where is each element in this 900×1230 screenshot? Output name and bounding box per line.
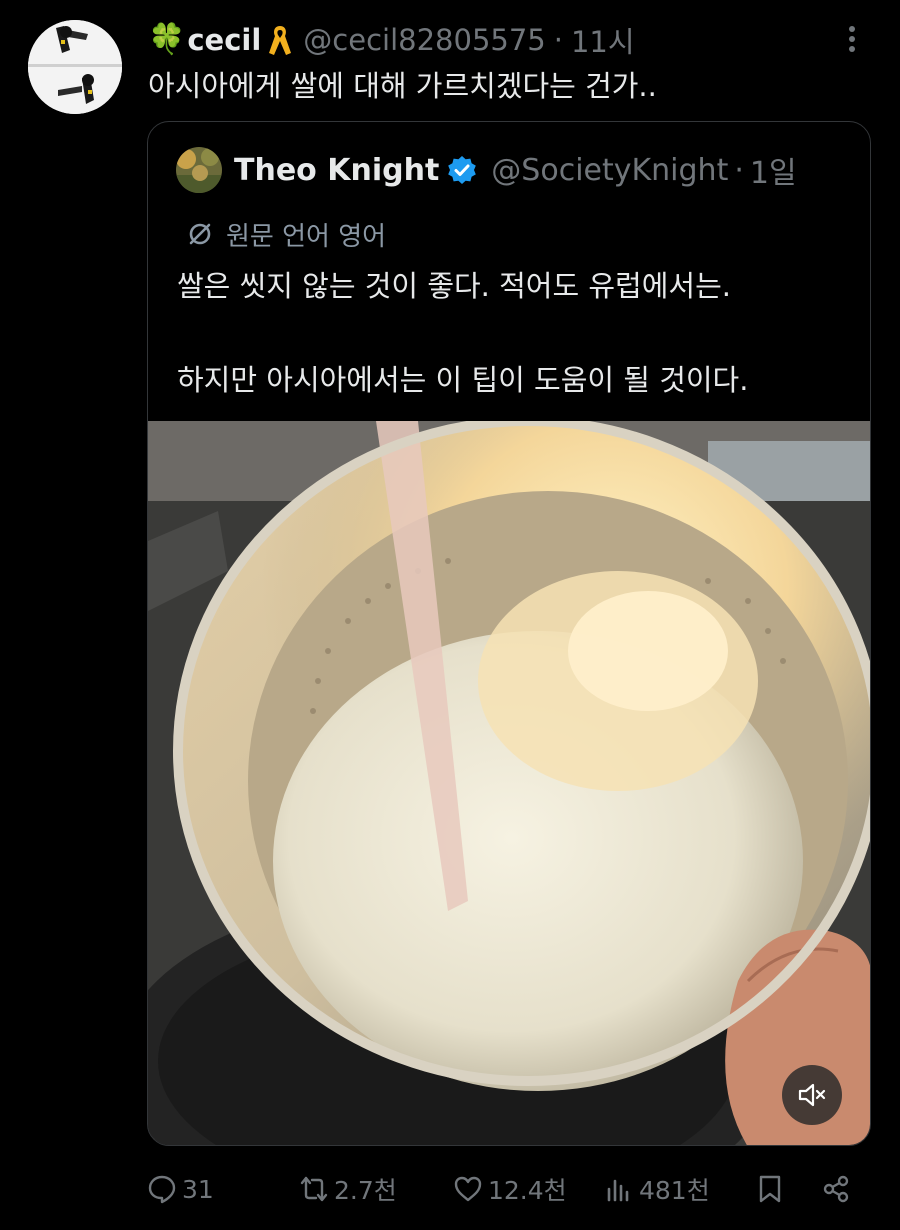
share-icon bbox=[823, 1175, 849, 1203]
quoted-tweet-header: Theo Knight @SocietyKnight · 1일 bbox=[176, 146, 797, 194]
views-icon bbox=[607, 1179, 629, 1202]
quoted-user-avatar[interactable] bbox=[176, 147, 222, 193]
bookmark-button[interactable] bbox=[754, 1166, 790, 1212]
bookmark-icon bbox=[759, 1175, 781, 1203]
user-avatar[interactable] bbox=[28, 20, 122, 114]
retweet-icon bbox=[300, 1176, 328, 1202]
quoted-tweet-text-line1: 쌀은 씻지 않는 것이 좋다. 적어도 유럽에서는. bbox=[177, 269, 731, 303]
retweet-button[interactable]: 2.7천 bbox=[298, 1166, 397, 1212]
views-count: 481천 bbox=[639, 1176, 710, 1205]
verified-badge-icon bbox=[447, 155, 477, 185]
reply-icon bbox=[148, 1175, 176, 1204]
translate-icon bbox=[189, 223, 211, 245]
quoted-user-handle[interactable]: @SocietyKnight bbox=[491, 153, 728, 188]
quoted-tweet-text-line2: 하지만 아시아에서는 이 팁이 도움이 될 것이다. bbox=[177, 363, 749, 397]
mute-icon bbox=[798, 1083, 826, 1107]
yellow-ribbon-icon bbox=[267, 23, 293, 57]
user-handle[interactable]: @cecil82805575 bbox=[303, 23, 545, 57]
separator-dot: · bbox=[553, 23, 563, 57]
clover-emoji: 🍀 bbox=[148, 22, 186, 57]
like-count: 12.4천 bbox=[488, 1176, 567, 1205]
display-name[interactable]: cecil bbox=[187, 23, 261, 57]
like-button[interactable]: 12.4천 bbox=[452, 1166, 567, 1212]
tweet-time[interactable]: 11시 bbox=[571, 19, 635, 61]
mute-button[interactable] bbox=[782, 1065, 842, 1125]
action-bar: 31 2.7천 12.4천 481천 bbox=[0, 1166, 900, 1212]
views-button[interactable]: 481천 bbox=[603, 1166, 710, 1212]
translation-label: 원문 언어 영어 bbox=[226, 221, 387, 252]
tweet-text: 아시아에게 쌀에 대해 가르치겠다는 건가.. bbox=[148, 69, 657, 103]
quoted-tweet-time[interactable]: 1일 bbox=[750, 148, 797, 192]
quoted-tweet-card[interactable]: Theo Knight @SocietyKnight · 1일 원문 언어 영어… bbox=[147, 121, 871, 1146]
reply-count: 31 bbox=[182, 1174, 214, 1204]
video-player[interactable] bbox=[148, 421, 870, 1145]
tweet-header: 🍀 cecil @cecil82805575 · 11시 bbox=[148, 20, 635, 60]
video-thumbnail bbox=[148, 421, 870, 1145]
reply-button[interactable]: 31 bbox=[146, 1166, 214, 1212]
translation-notice[interactable]: 원문 언어 영어 bbox=[186, 214, 386, 254]
retweet-count: 2.7천 bbox=[334, 1176, 397, 1205]
quoted-display-name[interactable]: Theo Knight bbox=[234, 153, 439, 188]
share-button[interactable] bbox=[820, 1166, 856, 1212]
separator-dot: · bbox=[734, 152, 744, 188]
heart-icon bbox=[454, 1176, 482, 1202]
more-icon[interactable] bbox=[840, 22, 864, 56]
